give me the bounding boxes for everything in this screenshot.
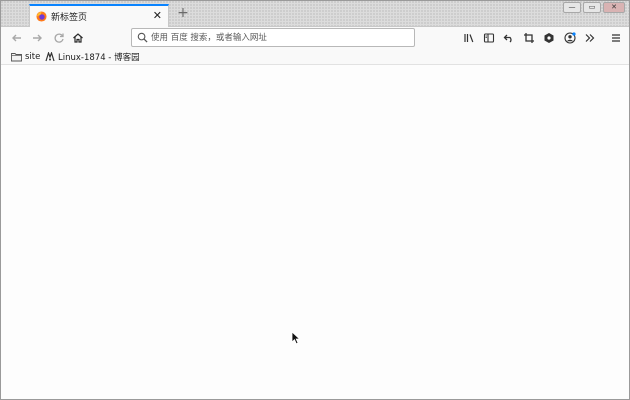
undo-icon bbox=[503, 34, 512, 43]
new-tab-button[interactable]: + bbox=[175, 5, 191, 21]
tab-strip: 新标签页 ✕ + — ▭ ✕ bbox=[1, 1, 629, 28]
url-bar[interactable] bbox=[131, 28, 415, 47]
menu-button[interactable] bbox=[608, 30, 624, 46]
bookmark-label: site bbox=[25, 52, 41, 62]
tab-close-icon[interactable]: ✕ bbox=[153, 9, 162, 23]
account-icon bbox=[564, 32, 576, 44]
back-arrow-icon bbox=[12, 34, 21, 42]
bookmark-linux-1874-blog[interactable]: Linux-1874 - 博客园 bbox=[45, 50, 140, 64]
bookmarks-toolbar: site Linux-1874 - 博客园 bbox=[1, 49, 629, 65]
crop-icon bbox=[524, 33, 534, 43]
home-icon bbox=[73, 33, 83, 43]
sidebar-icon bbox=[483, 33, 495, 43]
overflow-button[interactable] bbox=[582, 30, 598, 46]
home-button[interactable] bbox=[70, 30, 86, 46]
nav-toolbar bbox=[1, 27, 629, 49]
library-icon bbox=[464, 34, 474, 43]
maximize-button[interactable]: ▭ bbox=[583, 2, 601, 13]
extension-icon bbox=[544, 33, 554, 43]
tab-title: 新标签页 bbox=[51, 13, 88, 23]
search-icon bbox=[137, 32, 148, 43]
blog-favicon bbox=[45, 52, 55, 62]
tab-new-tab-page[interactable]: 新标签页 ✕ bbox=[29, 4, 169, 28]
reload-icon bbox=[54, 33, 64, 43]
url-input[interactable] bbox=[151, 30, 406, 45]
close-window-button[interactable]: ✕ bbox=[603, 2, 625, 13]
extension-button[interactable] bbox=[541, 30, 557, 46]
menu-icon bbox=[612, 34, 620, 42]
minimize-button[interactable]: — bbox=[563, 2, 581, 13]
folder-icon bbox=[11, 53, 22, 62]
bookmark-label: Linux-1874 - 博客园 bbox=[58, 53, 140, 63]
firefox-icon bbox=[36, 11, 47, 22]
mouse-cursor-icon bbox=[291, 331, 301, 345]
screenshot-button[interactable] bbox=[521, 30, 537, 46]
page-content[interactable] bbox=[1, 66, 629, 399]
overflow-icon bbox=[585, 34, 595, 42]
back-button[interactable] bbox=[9, 30, 25, 46]
forward-arrow-icon bbox=[33, 34, 42, 42]
account-button[interactable] bbox=[562, 30, 578, 46]
sidebar-button[interactable] bbox=[481, 30, 497, 46]
undo-button[interactable] bbox=[501, 30, 517, 46]
reload-button[interactable] bbox=[51, 30, 67, 46]
browser-window: 新标签页 ✕ + — ▭ ✕ 使用 百度 搜索，或者输入网址 site Linu… bbox=[0, 0, 630, 400]
library-button[interactable] bbox=[461, 30, 477, 46]
window-controls: — ▭ ✕ bbox=[563, 2, 625, 13]
bookmark-site-folder[interactable]: site bbox=[11, 50, 40, 64]
forward-button[interactable] bbox=[29, 30, 45, 46]
